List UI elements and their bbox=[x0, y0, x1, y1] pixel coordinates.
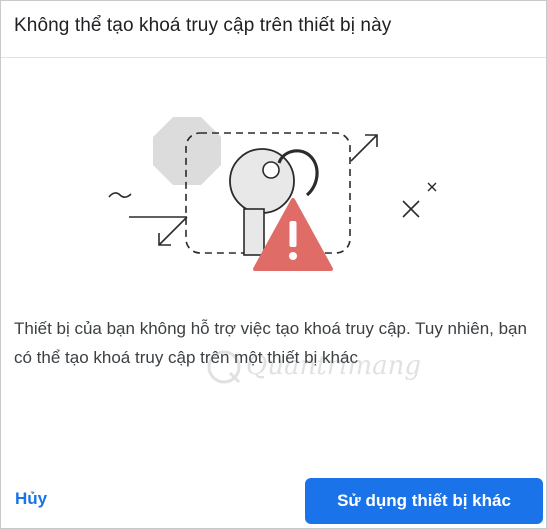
key-hole bbox=[262, 161, 280, 179]
arrow-line-diagonal bbox=[158, 216, 188, 246]
warning-mark-line bbox=[289, 221, 297, 247]
passkey-error-illustration bbox=[108, 117, 437, 271]
key-stem bbox=[243, 208, 265, 256]
watermark: Quantrimang bbox=[206, 349, 421, 389]
key-head bbox=[229, 148, 295, 214]
use-other-device-button[interactable]: Sử dụng thiết bị khác bbox=[305, 478, 543, 524]
warning-mark-dot bbox=[289, 252, 297, 260]
dialog-title: Không thể tạo khoá truy cập trên thiết b… bbox=[14, 15, 392, 36]
watermark-logo-icon bbox=[207, 350, 241, 384]
octagon-shape bbox=[153, 117, 221, 185]
passkey-dialog: Không thể tạo khoá truy cập trên thiết b… bbox=[0, 0, 547, 529]
watermark-text: Quantrimang bbox=[246, 351, 422, 381]
use-other-device-label: Sử dụng thiết bị khác bbox=[337, 491, 511, 510]
tilde-mark bbox=[108, 192, 132, 198]
title-divider bbox=[1, 57, 546, 58]
cancel-button[interactable]: Hủy bbox=[15, 489, 47, 509]
arrow-line-top bbox=[350, 134, 378, 162]
